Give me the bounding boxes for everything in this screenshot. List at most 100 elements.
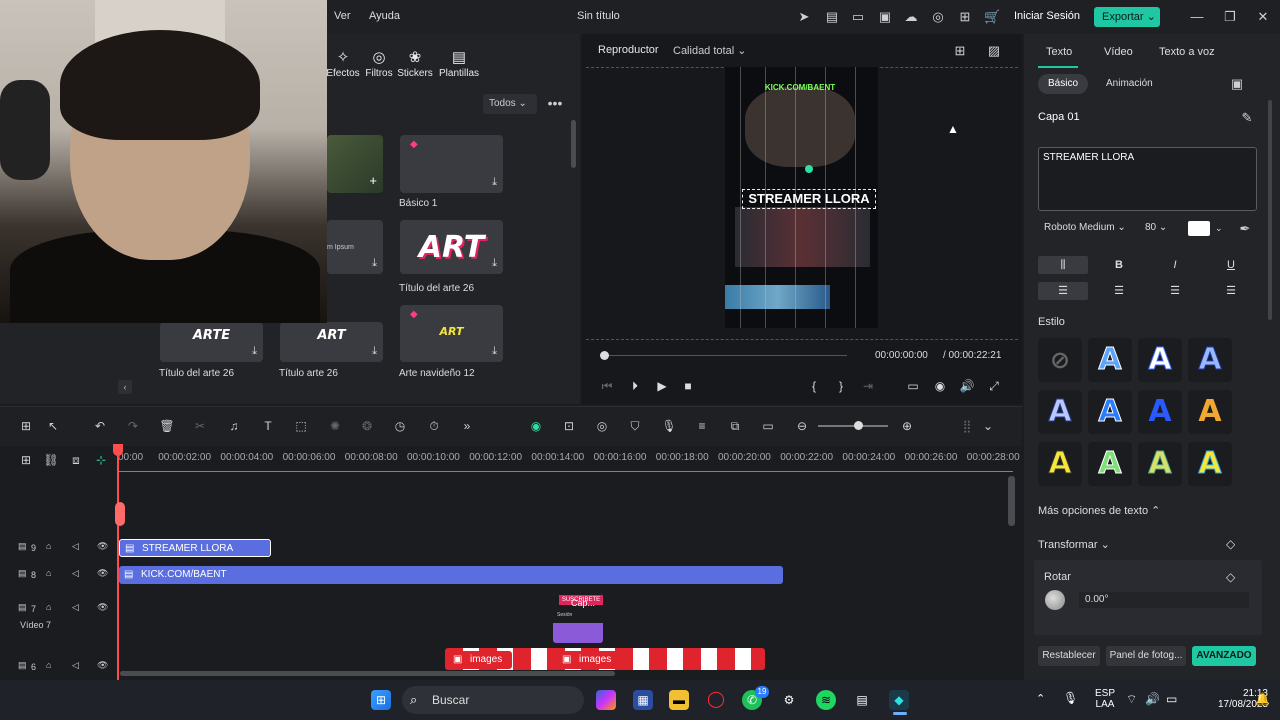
rotate-handle[interactable] xyxy=(805,165,813,173)
font-size-dropdown[interactable]: 80 ⌄ xyxy=(1145,222,1167,233)
mute-icon[interactable]: ◁ xyxy=(72,541,79,552)
tab-video[interactable]: Vídeo xyxy=(1104,46,1133,58)
grid-view-icon[interactable]: ⊞ xyxy=(952,43,968,59)
volume-icon[interactable]: 🔊 xyxy=(1145,692,1160,706)
ai-icon[interactable]: ◉ xyxy=(528,418,544,434)
mark-out-icon[interactable]: } xyxy=(833,378,849,394)
style-preset-10[interactable]: A xyxy=(1138,442,1182,486)
lock-icon[interactable]: ⌂ xyxy=(46,568,51,578)
stop-icon[interactable]: ■ xyxy=(680,378,696,394)
mute-icon[interactable]: ◁ xyxy=(72,602,79,613)
delete-icon[interactable]: 🗑 xyxy=(159,418,175,434)
eye-icon[interactable]: 👁 xyxy=(97,602,108,613)
camera-icon[interactable]: ◉ xyxy=(932,378,948,394)
style-preset-9[interactable]: A xyxy=(1088,442,1132,486)
underline-icon[interactable]: U xyxy=(1206,256,1256,274)
eye-icon[interactable]: 👁 xyxy=(97,541,108,552)
insert-icon[interactable]: ⇥ xyxy=(860,378,876,394)
folder-icon[interactable]: ▬ xyxy=(669,690,689,710)
store-icon[interactable]: ▦ xyxy=(633,690,653,710)
step-play-icon[interactable]: ⏵ xyxy=(627,378,643,394)
cart-icon[interactable]: 🛒 xyxy=(984,9,1000,25)
style-preset-5[interactable]: A xyxy=(1088,390,1132,434)
mark-in-icon[interactable]: { xyxy=(806,378,822,394)
volume-icon[interactable]: 🔊 xyxy=(959,378,975,394)
lock-icon[interactable]: ⌂ xyxy=(46,541,51,551)
more-options-icon[interactable]: ••• xyxy=(546,94,564,114)
tab-stickers[interactable]: ❀ Stickers xyxy=(397,48,433,79)
align-right-icon[interactable]: ☰ xyxy=(1150,282,1200,300)
style-preset-3[interactable]: A xyxy=(1188,338,1232,382)
color-icon[interactable]: ❂ xyxy=(359,418,375,434)
style-preset-1[interactable]: A xyxy=(1088,338,1132,382)
replace-icon[interactable]: ⧉ xyxy=(727,418,743,434)
clip-images-1[interactable]: ▣ images xyxy=(448,651,512,669)
text-color-swatch[interactable] xyxy=(1188,221,1210,236)
add-track-icon[interactable]: ⊞ xyxy=(18,452,34,468)
battery-icon[interactable]: ▭ xyxy=(1166,692,1177,706)
headset-icon[interactable]: ◎ xyxy=(930,9,946,25)
reset-button[interactable]: Restablecer xyxy=(1038,646,1100,666)
language-indicator[interactable]: ESP LAA xyxy=(1093,688,1117,710)
filmora-icon[interactable]: ◆ xyxy=(889,690,909,710)
cloud-icon[interactable]: ☁ xyxy=(903,9,919,25)
style-none-icon[interactable]: ⊘ xyxy=(1038,338,1082,382)
zoom-slider-knob[interactable] xyxy=(854,421,863,430)
zoom-in-icon[interactable]: ⊕ xyxy=(899,418,915,434)
tab-efectos[interactable]: ✧ Efectos xyxy=(325,48,361,79)
apps-icon[interactable]: ⊞ xyxy=(957,9,973,25)
align-justify-icon[interactable]: ☰ xyxy=(1206,282,1256,300)
text-input[interactable]: STREAMER LLORA xyxy=(1038,147,1257,211)
time-ruler[interactable]: 00:00 00:00:02:00 00:00:04:00 00:00:06:00 00… xyxy=(116,452,1020,470)
close-icon[interactable]: ✕ xyxy=(1252,8,1274,26)
style-preset-7[interactable]: A xyxy=(1188,390,1232,434)
align-left-icon[interactable]: ☰ xyxy=(1038,282,1088,300)
select-tool-icon[interactable]: ↖ xyxy=(45,418,61,434)
save-preset-icon[interactable]: ▣ xyxy=(1229,76,1245,92)
copilot-icon[interactable] xyxy=(596,690,616,710)
align-center-icon[interactable]: ☰ xyxy=(1094,282,1144,300)
signin-button[interactable]: Iniciar Sesión xyxy=(1014,10,1080,22)
play-icon[interactable]: ▶ xyxy=(654,378,670,394)
link-icon[interactable]: ⛓ xyxy=(43,452,59,468)
edit-icon[interactable]: ✎ xyxy=(1239,110,1255,126)
taskbar-search[interactable]: Buscar xyxy=(402,686,584,714)
zoom-slider-track[interactable] xyxy=(818,425,888,427)
layout-icon[interactable]: ⊞ xyxy=(18,418,34,434)
lock-icon[interactable]: ⌂ xyxy=(46,660,51,670)
collapse-icon[interactable]: ‹ xyxy=(118,380,132,394)
save-icon[interactable]: ▣ xyxy=(877,9,893,25)
editor-icon[interactable]: ▤ xyxy=(852,690,872,710)
text-tool-icon[interactable]: T xyxy=(260,418,276,434)
mic-icon[interactable]: 🎙 xyxy=(1063,691,1078,705)
fullscreen-icon[interactable]: ⤢ xyxy=(986,378,1002,394)
chevron-up-icon[interactable]: ⌃ xyxy=(1036,692,1045,705)
rotate-value-input[interactable]: 0.00° xyxy=(1079,592,1249,608)
eye-icon[interactable]: 👁 xyxy=(97,660,108,671)
chevron-down-icon[interactable]: ⌄ xyxy=(980,418,996,434)
style-preset-8[interactable]: A xyxy=(1038,442,1082,486)
keyframe-panel-button[interactable]: Panel de fotog... xyxy=(1106,646,1186,666)
more-text-options[interactable]: Más opciones de texto ⌃ xyxy=(1038,504,1160,517)
vertical-text-icon[interactable]: ⫼ xyxy=(1038,256,1088,274)
cut-icon[interactable]: ✂ xyxy=(192,418,208,434)
keyframe-icon[interactable]: ◇ xyxy=(1226,570,1235,584)
bold-icon[interactable]: B xyxy=(1094,256,1144,274)
record-icon[interactable]: ⊡ xyxy=(561,418,577,434)
tab-filtros[interactable]: ◎ Filtros xyxy=(361,48,397,79)
menu-ver[interactable]: Ver xyxy=(334,10,351,22)
thumb-titulo-arte-26-b[interactable]: ARTE ⤓ xyxy=(160,322,263,362)
filter-dropdown[interactable]: Todos ⌄ xyxy=(483,94,537,114)
animation-subtab[interactable]: Animación xyxy=(1106,78,1153,89)
effect-icon[interactable]: ✺ xyxy=(327,418,343,434)
clip-streamer-llora[interactable]: ▤ STREAMER LLORA xyxy=(119,539,271,557)
advanced-button[interactable]: AVANZADO xyxy=(1192,646,1256,666)
font-dropdown[interactable]: Roboto Medium ⌄ xyxy=(1044,222,1126,233)
export-button[interactable]: Exportar ⌄ xyxy=(1094,7,1160,27)
thumb-partial-2[interactable]: m Ipsum ⤓ xyxy=(327,220,383,274)
tab-plantillas[interactable]: ▤ Plantillas xyxy=(438,48,480,79)
timeline-scrollbar[interactable] xyxy=(1008,476,1015,526)
quality-dropdown[interactable]: Calidad total ⌄ xyxy=(673,44,746,57)
rotate-dial[interactable] xyxy=(1045,590,1065,610)
windows-start-icon[interactable]: ⊞ xyxy=(371,690,391,710)
